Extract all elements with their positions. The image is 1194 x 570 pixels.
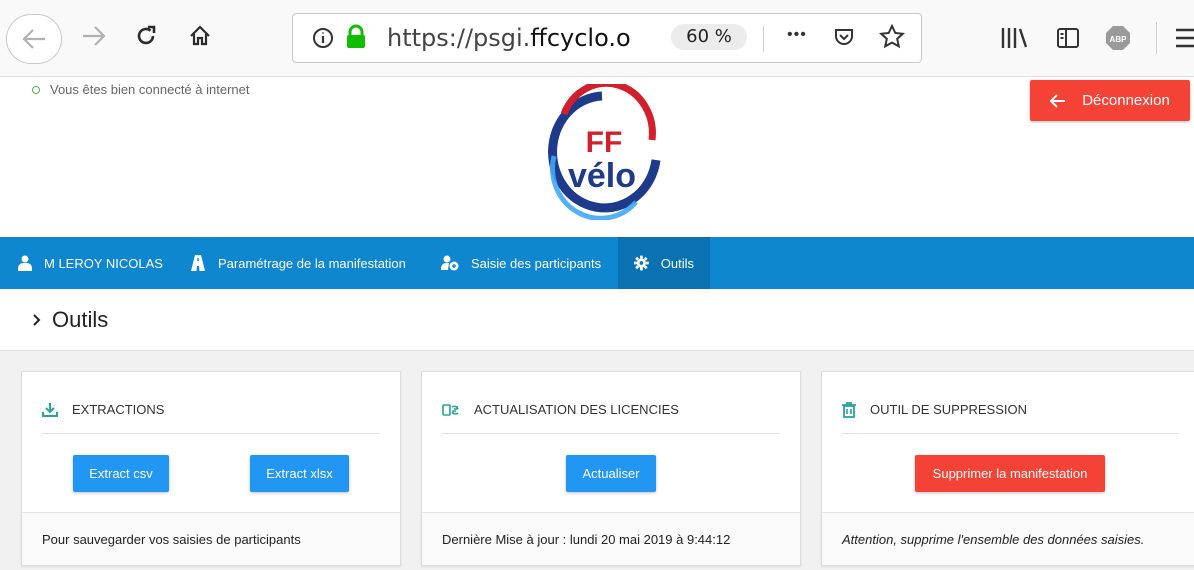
svg-text:ABP: ABP (1110, 35, 1128, 44)
trash-icon (842, 402, 856, 418)
bookmark-star-icon[interactable] (879, 24, 905, 50)
download-icon (42, 403, 58, 417)
nav-item-participants[interactable]: Saisie des participants (425, 237, 617, 289)
url-divider (763, 26, 764, 52)
road-icon (191, 255, 205, 271)
library-icon[interactable] (1000, 26, 1028, 50)
zoom-indicator[interactable]: 60 % (671, 24, 747, 50)
home-button[interactable] (180, 13, 220, 59)
nav-item-label: Paramétrage de la manifestation (218, 255, 406, 271)
user-icon (18, 255, 32, 271)
logo-ff-text: FF (586, 126, 623, 159)
extract-csv-button[interactable]: Extract csv (73, 455, 169, 492)
actualiser-button[interactable]: Actualiser (566, 455, 656, 492)
card-extractions: EXTRACTIONS Extract csv Extract xlsx Pou… (21, 371, 401, 566)
logout-label: Déconnexion (1082, 92, 1170, 109)
home-icon (190, 25, 210, 46)
page-actions-icon[interactable]: ••• (787, 26, 807, 44)
back-button[interactable] (6, 14, 62, 64)
card-header: ACTUALISATION DES LICENCIES (442, 402, 780, 434)
nav-item-outils[interactable]: Outils (618, 237, 710, 289)
card-title: EXTRACTIONS (72, 402, 165, 417)
reload-button[interactable] (126, 13, 166, 59)
gear-icon (634, 255, 649, 271)
page-title-text: Outils (52, 307, 109, 332)
connection-status-text: Vous êtes bien connecté à internet (50, 82, 250, 97)
url-bar[interactable]: https://psgi.ffcyclo.org 60 % ••• (292, 13, 922, 63)
forward-button[interactable] (74, 13, 114, 59)
card-footer: Attention, supprime l'ensemble des donné… (822, 512, 1194, 565)
nav-item-label: Saisie des participants (471, 255, 602, 271)
nav-item-parametrage[interactable]: Paramétrage de la manifestation (174, 237, 422, 289)
nav-item-label: Outils (660, 255, 694, 271)
connection-status: Vous êtes bien connecté à internet (32, 82, 249, 97)
nav-item-user[interactable]: M LEROY NICOLAS (2, 237, 179, 289)
main-nav: M LEROY NICOLAS Paramétrage de la manife… (0, 237, 1194, 289)
url-text[interactable]: https://psgi.ffcyclo.org (387, 24, 631, 52)
sidebar-icon[interactable] (1056, 27, 1080, 49)
adblock-plus-icon[interactable]: ABP (1104, 24, 1132, 52)
pocket-icon[interactable] (833, 26, 855, 48)
card-suppression: OUTIL DE SUPPRESSION Supprimer la manife… (821, 371, 1194, 566)
lock-icon[interactable] (345, 24, 367, 50)
connected-dot-icon (32, 85, 40, 94)
arrow-left-icon (1050, 93, 1066, 108)
reload-icon (137, 25, 156, 45)
logout-button[interactable]: Déconnexion (1030, 80, 1190, 121)
browser-toolbar: https://psgi.ffcyclo.org 60 % ••• ABP (0, 0, 1194, 77)
info-icon[interactable] (311, 26, 335, 50)
page-title: Outils (32, 307, 108, 333)
card-header: EXTRACTIONS (42, 402, 380, 434)
ffvelo-logo[interactable]: FF vélo (540, 84, 664, 220)
participants-icon (441, 255, 459, 271)
chevron-right-icon (33, 314, 41, 326)
nav-item-label: M LEROY NICOLAS (44, 255, 163, 271)
arrow-left-icon (22, 29, 45, 49)
refresh-icon (442, 404, 459, 416)
card-header: OUTIL DE SUPPRESSION (842, 402, 1179, 434)
card-footer: Dernière Mise à jour : lundi 20 mai 2019… (422, 512, 800, 565)
arrow-right-icon (83, 26, 106, 46)
card-title: ACTUALISATION DES LICENCIES (474, 402, 679, 417)
card-footer: Pour sauvegarder vos saisies de particip… (22, 512, 400, 565)
logo-velo-text: vélo (568, 157, 636, 195)
toolbar-divider (1156, 22, 1157, 54)
card-title: OUTIL DE SUPPRESSION (870, 402, 1027, 417)
hamburger-menu-icon[interactable] (1176, 28, 1194, 48)
delete-event-button[interactable]: Supprimer la manifestation (915, 455, 1105, 492)
extract-xlsx-button[interactable]: Extract xlsx (250, 455, 349, 492)
card-actualisation: ACTUALISATION DES LICENCIES Actualiser D… (421, 371, 801, 566)
